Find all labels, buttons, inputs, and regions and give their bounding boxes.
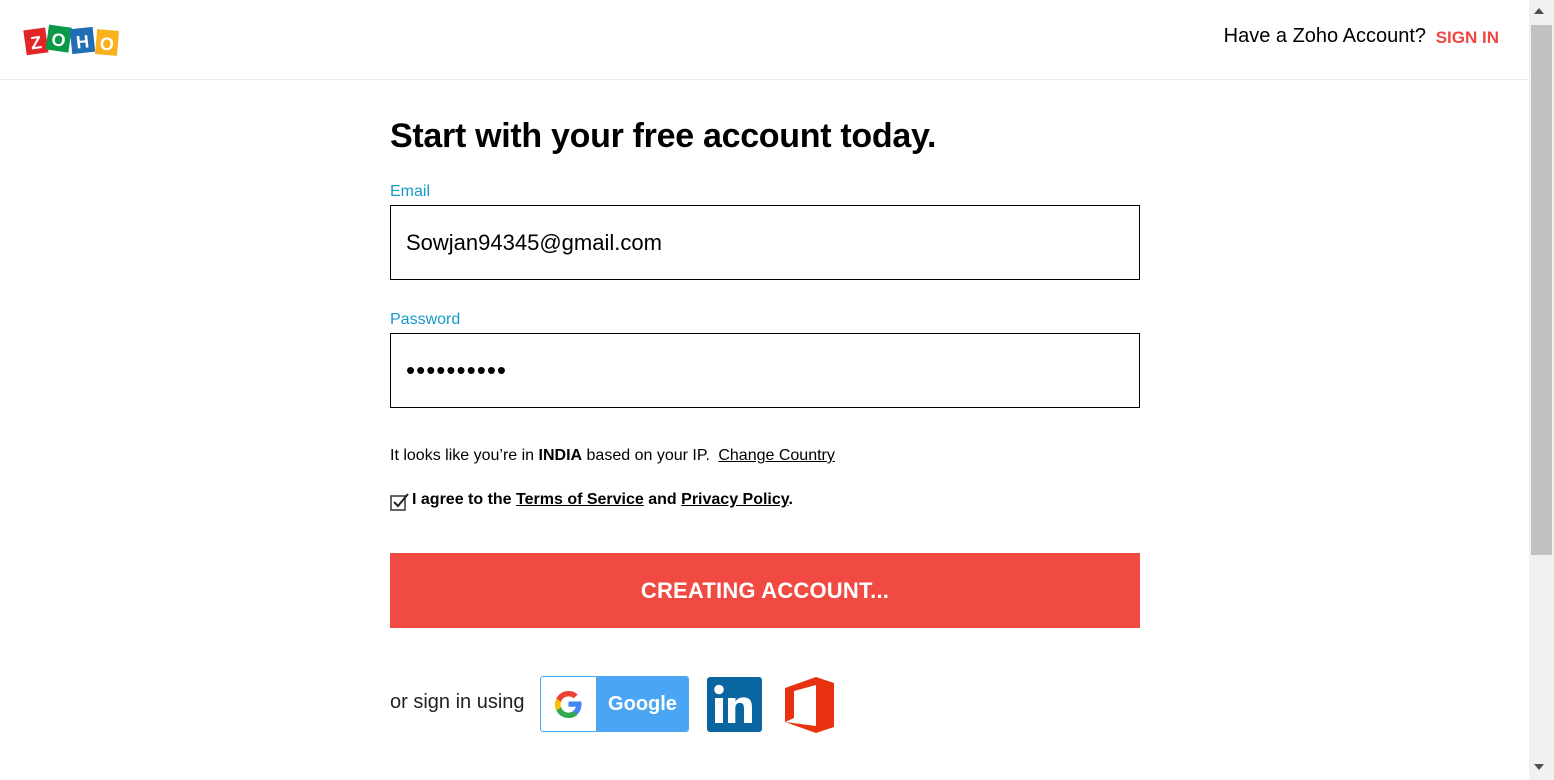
agree-period: . bbox=[788, 491, 793, 508]
sign-in-link[interactable]: SIGN IN bbox=[1436, 28, 1499, 48]
ip-location-notice: It looks like you’re in INDIA based on y… bbox=[390, 447, 835, 465]
agree-and-text: and bbox=[648, 491, 677, 508]
scroll-up-arrow-icon[interactable] bbox=[1534, 8, 1544, 14]
zoho-logo[interactable]: Z O H O bbox=[23, 24, 121, 58]
change-country-link[interactable]: Change Country bbox=[718, 447, 835, 464]
google-sign-in-button[interactable]: Google bbox=[540, 676, 689, 732]
google-label: Google bbox=[608, 693, 677, 715]
terms-agreement-text: I agree to the Terms of Service and Priv… bbox=[412, 491, 793, 509]
password-field[interactable] bbox=[390, 333, 1140, 408]
ip-prefix-text: It looks like you’re in bbox=[390, 447, 535, 464]
email-label: Email bbox=[390, 183, 431, 200]
country-name: INDIA bbox=[538, 447, 583, 464]
google-g-icon bbox=[554, 691, 582, 718]
ip-suffix-text: based on your IP. bbox=[586, 447, 710, 464]
linkedin-icon[interactable] bbox=[707, 677, 762, 732]
svg-text:O: O bbox=[50, 29, 67, 51]
terms-of-service-link[interactable]: Terms of Service bbox=[516, 491, 644, 508]
password-label: Password bbox=[390, 311, 461, 328]
or-sign-in-using-text: or sign in using bbox=[390, 691, 525, 713]
office365-icon[interactable] bbox=[785, 677, 834, 733]
svg-text:O: O bbox=[99, 33, 115, 54]
terms-checkbox[interactable] bbox=[390, 493, 409, 512]
google-label-panel: Google bbox=[596, 677, 688, 731]
top-header: Z O H O Have a Zoho Account? SIGN IN bbox=[0, 0, 1529, 80]
email-field[interactable] bbox=[390, 205, 1140, 280]
have-account-text: Have a Zoho Account? bbox=[1223, 25, 1426, 47]
create-account-button[interactable]: CREATING ACCOUNT... bbox=[390, 553, 1140, 628]
scroll-down-arrow-icon[interactable] bbox=[1534, 764, 1544, 770]
page-title: Start with your free account today. bbox=[390, 117, 937, 155]
svg-text:H: H bbox=[75, 31, 90, 52]
scrollbar-thumb[interactable] bbox=[1531, 25, 1552, 555]
agree-prefix-text: I agree to the bbox=[412, 491, 512, 508]
privacy-policy-link[interactable]: Privacy Policy bbox=[681, 491, 788, 508]
